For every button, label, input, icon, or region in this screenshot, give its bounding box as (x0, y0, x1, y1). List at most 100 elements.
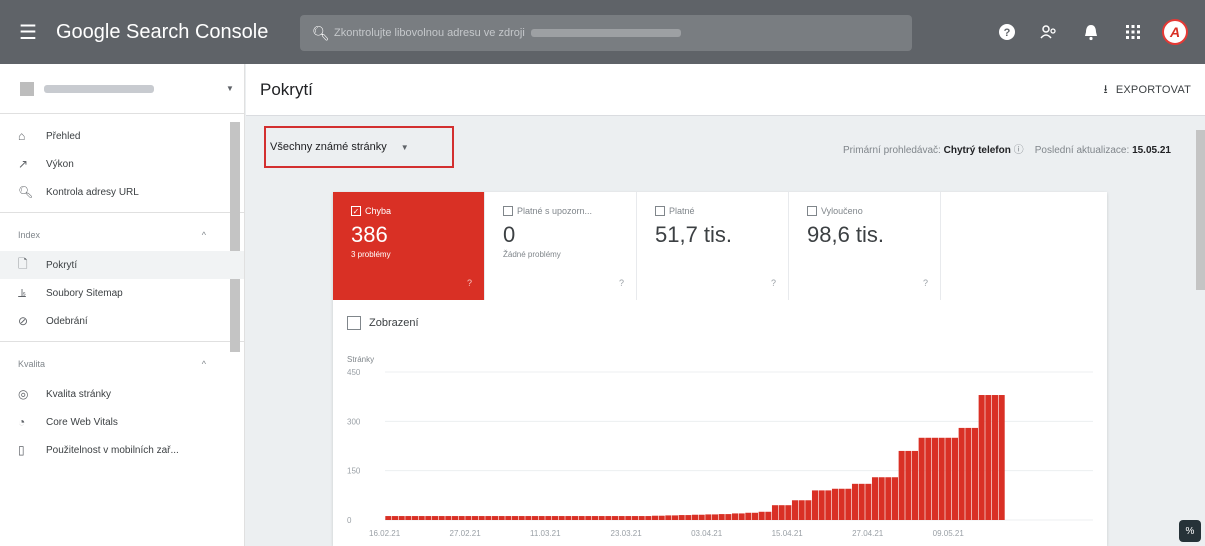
chart-bar[interactable] (805, 500, 812, 520)
section-index[interactable]: Index ^ (0, 219, 244, 251)
sidebar-item-coverage[interactable]: 🗋︎ Pokrytí (0, 251, 244, 279)
chart-bar[interactable] (658, 515, 665, 520)
help-icon[interactable]: ? (467, 278, 472, 288)
chart-bar[interactable] (385, 516, 392, 520)
chart-bar[interactable] (791, 500, 799, 520)
chart-bar[interactable] (891, 477, 899, 520)
chart-bar[interactable] (631, 516, 639, 520)
sidebar-item-mobile-usability[interactable]: ▯ Použitelnost v mobilních zař... (0, 436, 244, 464)
chart-bar[interactable] (705, 514, 712, 520)
checkbox-icon[interactable] (655, 206, 665, 216)
pages-filter-dropdown[interactable]: Všechny známé stránky ▼ (264, 126, 454, 168)
chart-bar[interactable] (591, 516, 599, 520)
chart-bar[interactable] (825, 490, 832, 520)
chart-bar[interactable] (525, 516, 532, 520)
chart-bar[interactable] (698, 514, 705, 520)
help-icon[interactable]: ? (771, 278, 776, 288)
chart-bar[interactable] (991, 395, 999, 520)
checkbox-icon[interactable] (503, 206, 513, 216)
account-button[interactable]: A (1155, 12, 1195, 52)
checkbox-icon[interactable] (807, 206, 817, 216)
chart-bar[interactable] (778, 505, 785, 520)
help-icon[interactable]: ? (619, 278, 624, 288)
chart-bar[interactable] (651, 515, 659, 520)
chart-bar[interactable] (911, 450, 919, 520)
chart-bar[interactable] (438, 516, 445, 520)
chart-bar[interactable] (405, 516, 412, 520)
sidebar-item-page-experience[interactable]: ◎ Kvalita stránky (0, 380, 244, 408)
chart-bar[interactable] (478, 516, 485, 520)
chart-bar[interactable] (691, 514, 699, 520)
chart-bar[interactable] (765, 511, 772, 520)
tile-valid-warnings[interactable]: Platné s upozorn... 0 Žádné problémy ? (485, 192, 637, 300)
export-button[interactable]: ⭳ EXPORTOVAT (1103, 76, 1191, 104)
chart-bar[interactable] (751, 512, 759, 520)
app-title[interactable]: Google Search Console (56, 21, 296, 44)
chart-bar[interactable] (878, 477, 885, 520)
chart-bar[interactable] (918, 437, 925, 520)
chart-bar[interactable] (458, 516, 465, 520)
help-icon[interactable]: ⓘ (1014, 145, 1024, 156)
chart-bar[interactable] (965, 427, 972, 520)
chart-bar[interactable] (731, 513, 739, 520)
chart-bar[interactable] (678, 515, 685, 520)
chart-bar[interactable] (511, 516, 519, 520)
chart-bar[interactable] (538, 516, 545, 520)
sidebar-item-core-web-vitals[interactable]: ◔ Core Web Vitals (0, 408, 244, 436)
chart-bar[interactable] (418, 516, 425, 520)
chart-bar[interactable] (858, 483, 865, 520)
settings-badge-icon[interactable]: % (1179, 520, 1201, 542)
chart-bar[interactable] (465, 516, 472, 520)
chart-bar[interactable] (578, 516, 585, 520)
chart-bar[interactable] (785, 505, 792, 520)
chart-bar[interactable] (725, 514, 732, 520)
chart-bar[interactable] (685, 515, 692, 520)
chart-bar[interactable] (625, 516, 632, 520)
chart-bar[interactable] (665, 515, 672, 520)
chart-bar[interactable] (391, 516, 399, 520)
chart-bar[interactable] (838, 488, 845, 520)
chart-bar[interactable] (565, 516, 572, 520)
chart-bar[interactable] (851, 483, 859, 520)
chart-bar[interactable] (411, 516, 419, 520)
chart-bar[interactable] (645, 516, 652, 520)
chart-bar[interactable] (978, 395, 985, 520)
chart-bar[interactable] (998, 395, 1005, 520)
chart-bar[interactable] (711, 514, 719, 520)
section-quality[interactable]: Kvalita ^ (0, 348, 244, 380)
chart-bar[interactable] (618, 516, 625, 520)
sidebar-item-sitemaps[interactable]: ⫡ Soubory Sitemap (0, 279, 244, 307)
tile-valid[interactable]: Platné 51,7 tis. ? (637, 192, 789, 300)
chart-bar[interactable] (585, 516, 592, 520)
chart-bar[interactable] (905, 450, 912, 520)
chart-bar[interactable] (898, 450, 905, 520)
chart-bar[interactable] (638, 516, 645, 520)
chart-bar[interactable] (425, 516, 432, 520)
sidebar-item-performance[interactable]: ↗ Výkon (0, 150, 244, 178)
chart-bar[interactable] (545, 516, 552, 520)
chart-bar[interactable] (865, 483, 872, 520)
impressions-toggle[interactable]: Zobrazení (347, 316, 419, 330)
chart-bar[interactable] (531, 516, 539, 520)
checkbox-icon[interactable] (347, 316, 361, 330)
tile-excluded[interactable]: Vyloučeno 98,6 tis. ? (789, 192, 941, 300)
chart-bar[interactable] (798, 500, 805, 520)
chart-bar[interactable] (485, 516, 492, 520)
chart-bar[interactable] (491, 516, 499, 520)
sidebar-item-removals[interactable]: ⊘ Odebrání (0, 307, 244, 335)
help-icon[interactable]: ? (923, 278, 928, 288)
chart-bar[interactable] (845, 488, 852, 520)
chart-bar[interactable] (818, 490, 825, 520)
bell-icon[interactable] (1071, 12, 1111, 52)
chart-bar[interactable] (958, 427, 965, 520)
chart-bar[interactable] (451, 516, 459, 520)
apps-grid-icon[interactable] (1113, 12, 1153, 52)
chart-bar[interactable] (771, 505, 779, 520)
chart-bar[interactable] (398, 516, 405, 520)
chart-bar[interactable] (738, 513, 745, 520)
chart-bar[interactable] (985, 395, 992, 520)
checkbox-checked-icon[interactable]: ✓ (351, 206, 361, 216)
chart-bar[interactable] (811, 490, 819, 520)
chart-bar[interactable] (611, 516, 619, 520)
chart-bar[interactable] (718, 514, 725, 520)
